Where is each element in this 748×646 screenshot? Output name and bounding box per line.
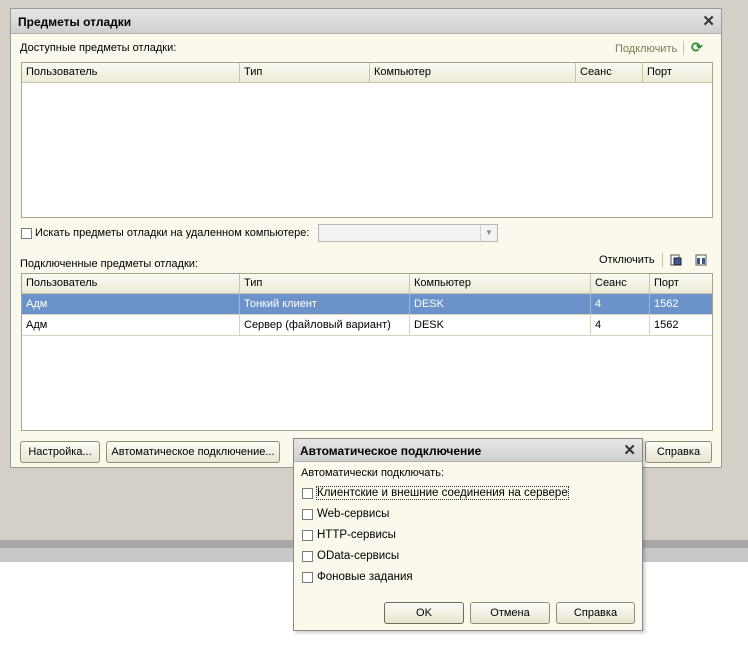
table-row[interactable]: Адм Тонкий клиент DESK 4 1562 [22, 294, 712, 315]
dialog-help-button[interactable]: Справка [556, 602, 635, 624]
search-remote-label: Искать предметы отладки на удаленном ком… [35, 227, 310, 239]
remote-computer-select[interactable]: ▼ [318, 224, 498, 242]
connected-items-label: Подключенные предметы отладки: [20, 258, 198, 270]
auto-connect-button[interactable]: Автоматическое подключение... [106, 441, 280, 463]
toolbar-separator [662, 253, 663, 267]
cell-user: Адм [22, 315, 240, 335]
window-title: Предметы отладки [18, 15, 132, 29]
copy-icon[interactable] [670, 254, 682, 266]
columns-icon[interactable] [695, 254, 707, 266]
disconnect-link[interactable]: Отключить [599, 254, 655, 266]
cell-session: 4 [591, 294, 650, 314]
connect-link[interactable]: Подключить [615, 43, 677, 55]
table-header: Пользователь Тип Компьютер Сеанс Порт [22, 63, 712, 83]
option-label: Клиентские и внешние соединения на серве… [316, 486, 569, 500]
cell-computer: DESK [410, 294, 591, 314]
column-header[interactable]: Сеанс [576, 63, 643, 82]
close-icon[interactable]: ✕ [623, 441, 636, 459]
option-checkbox[interactable] [302, 509, 313, 520]
option-label: Фоновые задания [317, 571, 413, 583]
column-header[interactable]: Компьютер [410, 274, 591, 293]
cancel-button[interactable]: Отмена [470, 602, 550, 624]
close-icon[interactable]: ✕ [702, 12, 715, 30]
search-remote-checkbox[interactable] [21, 228, 32, 239]
cell-user: Адм [22, 294, 240, 314]
cell-port: 1562 [654, 298, 679, 310]
column-header[interactable]: Тип [240, 274, 410, 293]
connected-items-table[interactable]: Пользователь Тип Компьютер Сеанс Порт Ад… [21, 273, 713, 431]
auto-connect-dialog: Автоматическое подключение ✕ Автоматичес… [293, 438, 643, 631]
debug-items-window: Предметы отладки ✕ Доступные предметы от… [10, 8, 722, 468]
toolbar-separator [683, 41, 684, 55]
settings-button[interactable]: Настройка... [20, 441, 100, 463]
window-titlebar: Предметы отладки ✕ [11, 9, 721, 34]
column-header[interactable]: Пользователь [22, 274, 240, 293]
option-checkbox[interactable] [302, 572, 313, 583]
option-checkbox[interactable] [302, 551, 313, 562]
cell-port: 1562 [654, 319, 679, 331]
auto-connect-subtitle: Автоматически подключать: [301, 467, 444, 479]
option-checkbox[interactable] [302, 530, 313, 541]
ok-button[interactable]: OK [384, 602, 464, 624]
help-button[interactable]: Справка [645, 441, 712, 463]
dialog-titlebar: Автоматическое подключение ✕ [294, 439, 642, 462]
column-header[interactable]: Сеанс [591, 274, 650, 293]
chevron-down-icon[interactable]: ▼ [480, 225, 497, 241]
column-header[interactable]: Порт [650, 274, 712, 293]
available-items-label: Доступные предметы отладки: [20, 42, 177, 54]
dialog-title: Автоматическое подключение [300, 444, 482, 458]
column-header[interactable]: Компьютер [370, 63, 576, 82]
cell-session: 4 [591, 315, 650, 335]
cell-type: Тонкий клиент [240, 294, 410, 314]
option-label: OData-сервисы [317, 550, 400, 562]
cell-computer: DESK [410, 315, 591, 335]
available-items-table[interactable]: Пользователь Тип Компьютер Сеанс Порт [21, 62, 713, 218]
column-header[interactable]: Порт [643, 63, 712, 82]
option-label: Web-сервисы [317, 508, 390, 520]
table-row[interactable]: Адм Сервер (файловый вариант) DESK 4 156… [22, 315, 712, 336]
table-header: Пользователь Тип Компьютер Сеанс Порт [22, 274, 712, 294]
refresh-icon[interactable]: ⟳ [691, 39, 703, 56]
cell-type: Сервер (файловый вариант) [240, 315, 410, 335]
column-header[interactable]: Пользователь [22, 63, 240, 82]
option-checkbox[interactable] [302, 488, 313, 499]
column-header[interactable]: Тип [240, 63, 370, 82]
option-label: HTTP-сервисы [317, 529, 396, 541]
